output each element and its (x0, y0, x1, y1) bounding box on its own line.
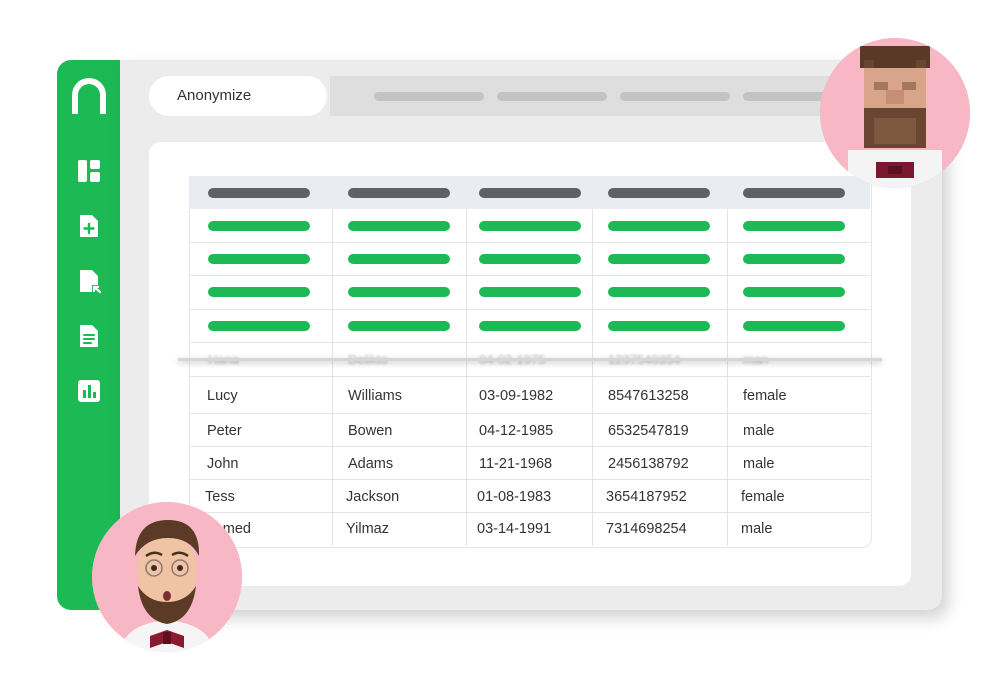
cell-gender: female (743, 388, 787, 404)
user-avatar (92, 502, 242, 652)
cell-phone: 6532547819 (608, 423, 689, 439)
anonymized-cell (608, 321, 710, 331)
menu-placeholder (497, 92, 607, 101)
row-divider (189, 275, 870, 276)
column-header-placeholder (348, 188, 450, 198)
cell-phone: 3654187952 (606, 489, 687, 505)
cell-gender: male (741, 521, 773, 537)
anonymized-avatar (820, 38, 970, 188)
anonymized-cell (208, 321, 310, 331)
column-header-placeholder (743, 188, 845, 198)
cell-first-name: Lucy (207, 388, 238, 404)
cell-last-name: Yilmaz (346, 521, 389, 537)
cell-phone: 7314698254 (606, 521, 687, 537)
row-divider (189, 446, 870, 447)
cell-dob: 03-09-1982 (479, 388, 554, 404)
anonymized-cell (208, 221, 310, 231)
anonymized-cell (743, 254, 845, 264)
document-icon[interactable] (76, 323, 102, 349)
cell-last-name: Jackson (346, 489, 400, 505)
cell-phone: 8547613258 (608, 388, 689, 404)
anonymized-cell (348, 321, 450, 331)
column-header-placeholder (208, 188, 310, 198)
cell-first-name: John (207, 456, 239, 472)
row-divider (189, 479, 870, 480)
cell-dob: 11-21-1968 (479, 456, 553, 472)
anonymized-cell (743, 287, 845, 297)
cell-dob: 04-12-1985 (479, 423, 554, 439)
row-divider (189, 413, 870, 414)
anonymized-cell (348, 254, 450, 264)
anonymized-cell (208, 287, 310, 297)
row-divider (189, 309, 870, 310)
anonymized-cell (608, 254, 710, 264)
column-header-placeholder (479, 188, 581, 198)
anonymized-cell (608, 287, 710, 297)
row-divider (189, 512, 870, 513)
pixelated-face-icon (820, 38, 970, 188)
column-divider (466, 209, 467, 546)
cell-gender: male (743, 456, 775, 472)
anonymized-cell (479, 221, 581, 231)
anonymized-cell (348, 287, 450, 297)
anonymized-cell (479, 321, 581, 331)
anonymize-tab[interactable]: Anonymize (149, 76, 327, 116)
cell-dob: 01-08-1983 (477, 489, 552, 505)
cell-gender: female (741, 489, 785, 505)
column-divider (592, 209, 593, 546)
anonymized-cell (208, 254, 310, 264)
cell-gender: male (743, 423, 775, 439)
app-logo-icon (72, 78, 106, 114)
anonymized-cell (348, 221, 450, 231)
cell-first-name: Peter (207, 423, 242, 439)
surprised-face-icon (92, 502, 242, 652)
anonymized-cell (743, 221, 845, 231)
cell-first-name: Tess (205, 489, 235, 505)
menu-placeholder (374, 92, 484, 101)
cell-last-name: Adams (348, 456, 394, 472)
anonymized-cell (479, 254, 581, 264)
menu-placeholder (620, 92, 730, 101)
row-divider (189, 342, 870, 343)
anonymized-cell (479, 287, 581, 297)
anonymized-cell (743, 321, 845, 331)
bar-chart-icon[interactable] (76, 378, 102, 404)
column-header-placeholder (608, 188, 710, 198)
cell-last-name: Bowen (348, 423, 393, 439)
dashboard-icon[interactable] (76, 158, 102, 184)
column-divider (332, 209, 333, 546)
cell-last-name: Williams (348, 388, 402, 404)
scan-line (178, 358, 882, 361)
add-file-icon[interactable] (76, 213, 102, 239)
row-divider (189, 376, 870, 377)
cell-dob: 03-14-1991 (477, 521, 552, 537)
column-divider (727, 209, 728, 546)
export-file-icon[interactable] (76, 268, 102, 294)
cell-phone: 2456138792 (608, 456, 689, 472)
row-divider (189, 242, 870, 243)
anonymized-cell (608, 221, 710, 231)
